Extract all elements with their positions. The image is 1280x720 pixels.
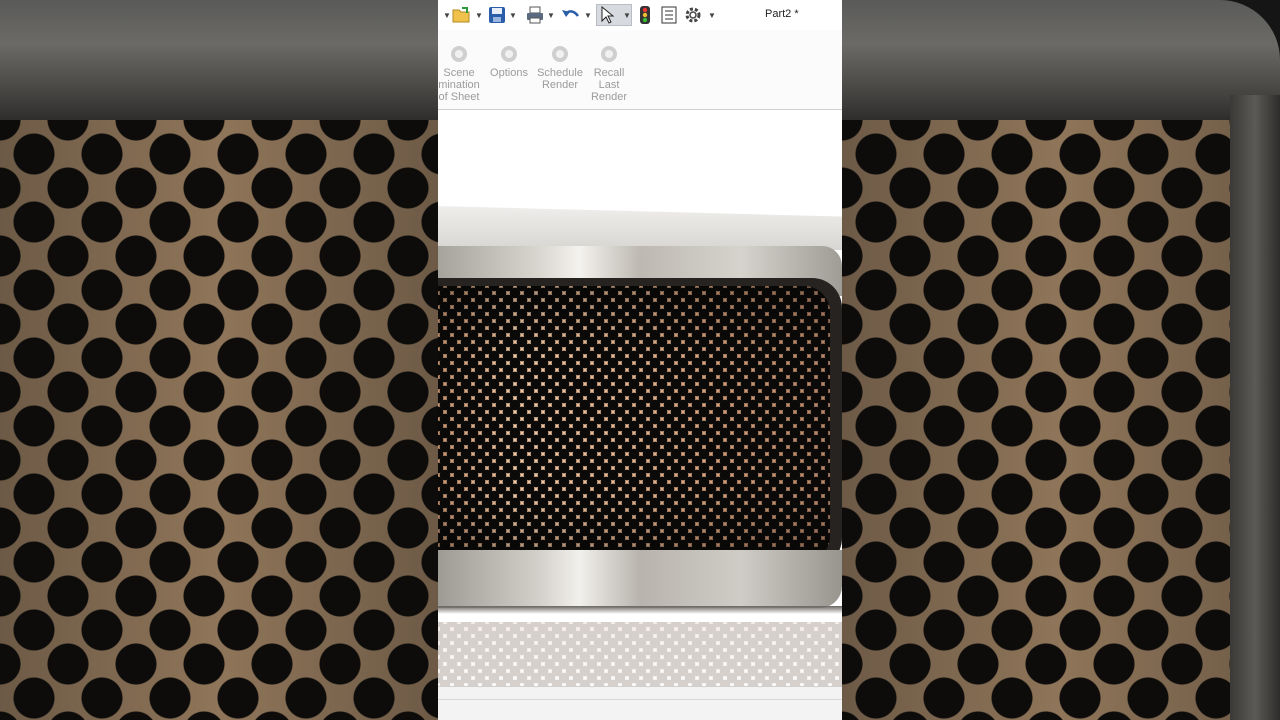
backdrop-grille — [842, 120, 1280, 720]
model-base-shadow — [438, 606, 842, 614]
document-title: Part2 * — [765, 8, 799, 20]
chevron-down-icon: ▼ — [708, 10, 716, 20]
cad-application-window: ▼ ▼ ▼ ▼ ▼ ▼ ▼ Part2 * Scene mination of … — [438, 0, 842, 720]
backdrop-right — [842, 0, 1280, 720]
overflow-dropdown[interactable]: ▼ — [440, 4, 451, 26]
render-options-icon — [501, 46, 517, 62]
file-properties-icon — [661, 6, 677, 24]
floor-reflection — [438, 622, 842, 686]
rebuild-button[interactable] — [638, 4, 652, 26]
status-divider — [438, 699, 842, 700]
status-bar — [438, 686, 842, 720]
cursor-arrow-icon — [601, 6, 615, 24]
backdrop-rail — [842, 0, 1280, 125]
scene-illumination-icon — [451, 46, 467, 62]
graphics-viewport[interactable] — [438, 110, 842, 686]
save-button[interactable]: ▼ — [488, 4, 517, 26]
print-icon — [527, 6, 543, 24]
print-button[interactable]: ▼ — [526, 4, 555, 26]
undo-icon — [562, 10, 579, 17]
options-button[interactable]: ▼ — [684, 4, 716, 26]
traffic-light-icon — [640, 6, 650, 24]
recall-last-render-button[interactable]: Recall Last Render — [579, 42, 639, 103]
chevron-down-icon: ▼ — [547, 10, 555, 20]
ribbon-item-label: Scene mination of Sheet — [438, 67, 480, 103]
model-mesh-shading — [438, 286, 830, 562]
model-top-face — [438, 206, 842, 250]
file-properties-button[interactable] — [660, 4, 678, 26]
backdrop-rail — [0, 0, 438, 125]
ribbon-item-label: Options — [490, 67, 528, 79]
ribbon-item-label: Schedule Render — [537, 67, 583, 91]
folder-open-icon — [452, 7, 470, 23]
backdrop-grille — [0, 120, 438, 720]
chevron-down-icon: ▼ — [443, 10, 451, 20]
select-button[interactable]: ▼ — [596, 4, 632, 26]
save-icon — [489, 7, 505, 23]
backdrop-frame-edge — [1230, 95, 1280, 720]
chevron-down-icon: ▼ — [475, 10, 483, 20]
backdrop-left — [0, 0, 438, 720]
chevron-down-icon: ▼ — [509, 10, 517, 20]
chevron-down-icon: ▼ — [623, 10, 631, 20]
render-tools-ribbon: Scene mination of Sheet Options Schedule… — [438, 30, 842, 110]
gear-icon — [685, 7, 701, 23]
schedule-render-icon — [552, 46, 568, 62]
recall-render-icon — [601, 46, 617, 62]
model-lower-rail — [438, 550, 842, 608]
quick-access-toolbar: ▼ ▼ ▼ ▼ ▼ ▼ ▼ Part2 * — [438, 0, 842, 30]
chevron-down-icon: ▼ — [584, 10, 592, 20]
ribbon-item-label: Recall Last Render — [590, 67, 628, 103]
undo-button[interactable]: ▼ — [561, 4, 592, 26]
open-button[interactable]: ▼ — [452, 4, 483, 26]
